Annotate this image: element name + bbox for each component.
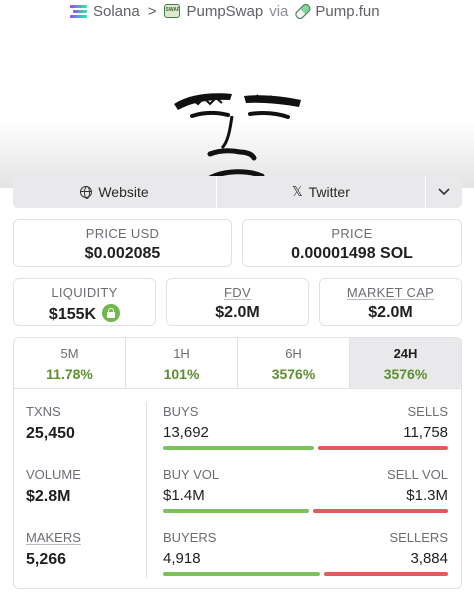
liquidity-label: LIQUIDITY xyxy=(51,285,118,300)
sellers-value: 3,884 xyxy=(410,550,448,567)
sell-vol-label: SELL VOL xyxy=(387,467,448,482)
website-button[interactable]: Website xyxy=(13,176,217,208)
market-cap-value: $2.0M xyxy=(368,304,413,321)
market-cap-box: MARKET CAP $2.0M xyxy=(319,278,462,326)
price-sol-label: PRICE xyxy=(331,226,373,241)
timeframe-tabs: 5M 11.78% 1H 101% 6H 3576% 24H 3576% xyxy=(13,337,462,389)
buyers-value: 4,918 xyxy=(163,550,201,567)
buy-vol-bar xyxy=(163,509,309,513)
makers-label: MAKERS xyxy=(26,530,81,545)
fdv-label: FDV xyxy=(224,285,251,300)
buys-label: BUYS xyxy=(163,404,199,419)
sell-vol-value: $1.3M xyxy=(406,487,448,504)
price-usd-label: PRICE USD xyxy=(85,226,160,241)
txns-value: 25,450 xyxy=(26,425,75,442)
volume-label: VOLUME xyxy=(26,467,81,482)
buyers-bar xyxy=(163,572,320,576)
solana-icon xyxy=(70,4,87,18)
txns-label: TXNS xyxy=(26,404,61,419)
liquidity-value-row: $155K xyxy=(14,304,155,324)
liquidity-box: LIQUIDITY $155K xyxy=(13,278,156,326)
sellers-label: SELLERS xyxy=(389,530,448,545)
price-sol-value: 0.00001498 SOL xyxy=(291,245,413,262)
tab-24h-change: 3576% xyxy=(383,366,428,382)
token-banner xyxy=(0,32,474,203)
fdv-value: $2.0M xyxy=(215,304,260,321)
tab-6h-label: 6H xyxy=(285,346,302,361)
chevron-down-icon xyxy=(438,188,450,196)
tab-24h[interactable]: 24H 3576% xyxy=(350,338,461,388)
volume-value: $2.8M xyxy=(26,488,71,505)
x-icon: 𝕏 xyxy=(292,184,303,199)
tab-1h-label: 1H xyxy=(173,346,190,361)
twitter-label: Twitter xyxy=(308,184,350,200)
buys-bar xyxy=(163,446,314,450)
breadcrumb-chain[interactable]: Solana xyxy=(93,3,140,20)
tab-5m-change: 11.78% xyxy=(46,366,93,382)
tab-1h-change: 101% xyxy=(163,366,200,382)
fdv-box: FDV $2.0M xyxy=(166,278,309,326)
price-usd-box: PRICE USD $0.002085 xyxy=(13,219,232,267)
panel-divider xyxy=(146,402,147,578)
sells-bar xyxy=(318,446,448,450)
makers-value: 5,266 xyxy=(26,551,67,568)
globe-icon xyxy=(80,186,93,199)
social-links: Website 𝕏 Twitter xyxy=(13,176,462,208)
tab-5m[interactable]: 5M 11.78% xyxy=(14,338,126,388)
tab-6h-change: 3576% xyxy=(271,366,316,382)
buy-vol-label: BUY VOL xyxy=(163,467,220,482)
tab-6h[interactable]: 6H 3576% xyxy=(238,338,350,388)
tab-1h[interactable]: 1H 101% xyxy=(126,338,238,388)
pumpswap-icon: SWAP xyxy=(164,4,181,18)
liquidity-value: $155K xyxy=(48,306,97,323)
tab-24h-label: 24H xyxy=(393,346,418,361)
twitter-button[interactable]: 𝕏 Twitter xyxy=(217,176,426,208)
sellers-bar xyxy=(324,572,448,576)
breadcrumb-launchpad[interactable]: Pump.fun xyxy=(315,3,379,20)
pill-icon xyxy=(291,0,312,21)
price-sol-box: PRICE 0.00001498 SOL xyxy=(242,219,462,267)
buy-vol-value: $1.4M xyxy=(163,487,205,504)
sell-vol-bar xyxy=(313,509,448,513)
breadcrumb-via: via xyxy=(269,2,289,20)
lock-icon[interactable] xyxy=(102,304,121,322)
breadcrumb-separator: > xyxy=(147,2,157,20)
market-cap-label: MARKET CAP xyxy=(346,285,435,300)
sells-value: 11,758 xyxy=(403,424,448,441)
buyers-label: BUYERS xyxy=(163,530,217,545)
website-label: Website xyxy=(98,184,149,200)
more-links-button[interactable] xyxy=(426,176,462,208)
tab-5m-label: 5M xyxy=(60,346,79,361)
breadcrumb-dex[interactable]: PumpSwap xyxy=(186,3,263,20)
price-usd-value: $0.002085 xyxy=(84,245,161,262)
breadcrumb: Solana > SWAP PumpSwap via Pump.fun xyxy=(70,0,380,22)
sells-label: SELLS xyxy=(407,404,448,419)
buys-value: 13,692 xyxy=(163,424,209,441)
